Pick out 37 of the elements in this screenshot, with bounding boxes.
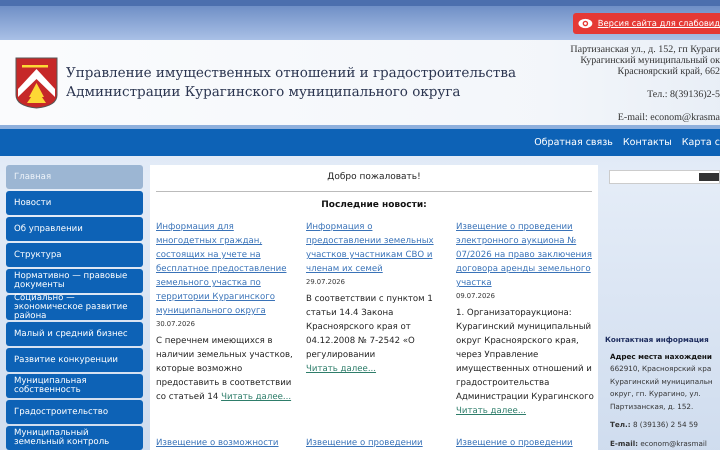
sidebar-item[interactable]: Об управлении: [6, 217, 143, 241]
sidebar-item[interactable]: Муниципальный земельный контроль: [6, 426, 143, 450]
coat-of-arms-icon: [15, 56, 58, 108]
header-address: Курагинский муниципальный ок: [580, 55, 720, 66]
sidebar-item[interactable]: Новости: [6, 191, 143, 215]
site-title: Управление имущественных отношений и градостроительства Администрации Курагинского муниципального округа: [66, 64, 516, 102]
news-title-link[interactable]: Информация о предоставлении земельных участков участникам СВО и членам их семей: [306, 220, 446, 276]
nav-link[interactable]: Обратная связь: [534, 137, 613, 148]
news-title-link[interactable]: Извещение о проведении: [306, 436, 446, 450]
nav-link[interactable]: Контакты: [622, 137, 672, 148]
news-heading: Последние новости:: [320, 199, 428, 212]
sidebar-item[interactable]: Развитие конкуренции: [6, 348, 143, 372]
sidebar-item[interactable]: Нормативно — правовые документы: [6, 269, 143, 293]
read-more-link[interactable]: Читать далее...: [456, 406, 526, 416]
news-title-link[interactable]: Информация для многодетных граждан, состоящих на учете на бесплатное предоставление земельного участка по территории Курагинского муниципального округа: [156, 220, 296, 318]
nav-link[interactable]: Карта с: [682, 137, 720, 148]
sidebar-item[interactable]: Социально — экономическое развитие района: [6, 295, 143, 320]
read-more-link[interactable]: Читать далее...: [306, 364, 376, 374]
news-title-link[interactable]: Извещение о проведении электронного аукциона № 07/2026 на право заключения договора аренды земельного участка: [456, 220, 596, 290]
header-address: Красноярский край, 662: [618, 66, 720, 77]
header-phone: Тел.: 8(39136)2-5: [647, 89, 720, 100]
news-excerpt: С перечнем имеющихся в наличии земельных участков, которые возможно предоставить в соответствии со статьей 14 Читать далее...: [156, 335, 294, 404]
sidebar-item[interactable]: Структура: [6, 243, 143, 267]
read-more-link[interactable]: Читать далее...: [221, 392, 292, 402]
search-field[interactable]: [609, 170, 720, 184]
header-email: E-mail: econom@krasma: [618, 112, 720, 123]
news-excerpt: В соответствии с пунктом 1 статьи 14.4 Закона Красноярского края от 04.12.2008 № 7-2542 «О регулировании Читать далее...: [306, 293, 434, 376]
eye-icon: [578, 18, 593, 28]
sidebar-item[interactable]: Градостроительство: [6, 400, 143, 424]
welcome-text: Добро пожаловать!: [156, 165, 592, 192]
sidebar-item[interactable]: Малый и средний бизнес: [6, 322, 143, 346]
header-address: Партизанская ул., д. 152, гп Кураги: [570, 44, 720, 55]
news-excerpt: 1. Организатораукциона: Курагинский муниципальный округ Красноярского края, через Управление имущественных отношений и градостроительства Администрации Курагинского Читать далее...: [456, 307, 595, 418]
news-title-link[interactable]: Извещение о проведении: [456, 436, 596, 450]
sidebar-item[interactable]: Муниципальная собственность: [6, 374, 143, 398]
low-vision-version-button[interactable]: Версия сайта для слабовид: [573, 12, 720, 34]
news-title-link[interactable]: Извещение о возможности: [156, 436, 296, 450]
